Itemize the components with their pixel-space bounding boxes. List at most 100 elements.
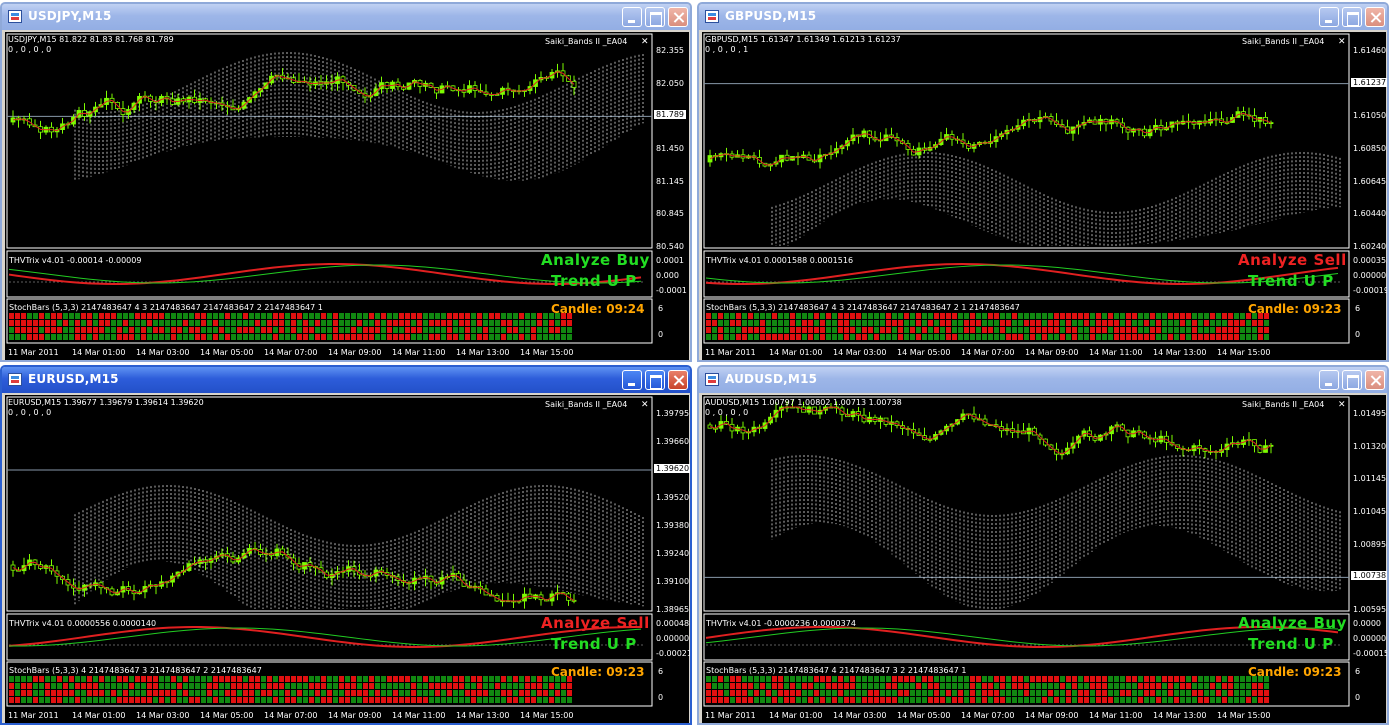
stoch-bar-cell — [784, 313, 789, 319]
stoch-bar-cell — [1138, 313, 1143, 319]
chart-area[interactable]: EURUSD,M15 1.39677 1.39679 1.39614 1.396… — [5, 395, 690, 723]
stoch-bar-cell — [1102, 697, 1107, 703]
stoch-bar-cell — [93, 690, 98, 696]
stoch-bar-cell — [1048, 320, 1053, 326]
minimize-button[interactable] — [622, 7, 642, 27]
stoch-bar-cell — [261, 327, 266, 333]
stoch-bar-cell — [453, 334, 458, 340]
symbol-info-values: 0 , 0 , 0 , 0 — [8, 45, 52, 54]
stoch-bar-cell — [75, 313, 80, 319]
stoch-bar-cell — [928, 320, 933, 326]
stoch-bar-cell — [934, 676, 939, 682]
stoch-bar-cell — [495, 313, 500, 319]
stoch-bar-cell — [267, 697, 272, 703]
stoch-bar-cell — [1054, 320, 1059, 326]
stoch-bar-cell — [165, 683, 170, 689]
maximize-button[interactable] — [645, 370, 665, 390]
stoch-bar-cell — [838, 320, 843, 326]
stoch-bar-cell — [441, 327, 446, 333]
chart-window-gbpusd[interactable]: GBPUSD,M15 GBPUSD,M15 1.61347 1.61349 1.… — [697, 2, 1389, 362]
stoch-bar-cell — [1042, 676, 1047, 682]
stoch-bar-cell — [297, 313, 302, 319]
stoch-bar-cell — [856, 690, 861, 696]
chart-window-audusd[interactable]: AUDUSD,M15 AUDUSD,M15 1.00797 1.00802 1.… — [697, 365, 1389, 725]
minimize-button[interactable] — [622, 370, 642, 390]
chart-window-usdjpy[interactable]: USDJPY,M15 USDJPY,M15 81.822 81.83 81.76… — [0, 2, 692, 362]
stoch-bar-cell — [525, 313, 530, 319]
candle-timer: Candle: 09:24 — [551, 302, 645, 316]
stoch-bar-cell — [501, 676, 506, 682]
stoch-bar-cell — [291, 320, 296, 326]
stoch-bar-cell — [69, 334, 74, 340]
stoch-bar-cell — [712, 697, 717, 703]
stoch-bar-cell — [886, 334, 891, 340]
ea-close-icon[interactable]: ✕ — [1338, 37, 1346, 47]
stoch-bar-cell — [952, 697, 957, 703]
stoch-bar-cell — [1192, 313, 1197, 319]
price-tick-label: 1.38965 — [656, 605, 690, 614]
stoch-bar-cell — [51, 683, 56, 689]
stoch-bar-cell — [1192, 690, 1197, 696]
minimize-button[interactable] — [1319, 370, 1339, 390]
stoch-bar-cell — [159, 334, 164, 340]
stoch-bar-cell — [243, 320, 248, 326]
close-button[interactable] — [668, 370, 688, 390]
minimize-button[interactable] — [1319, 7, 1339, 27]
stoch-bar-cell — [387, 313, 392, 319]
chart-area[interactable]: GBPUSD,M15 1.61347 1.61349 1.61213 1.612… — [702, 32, 1387, 360]
close-button[interactable] — [1365, 7, 1385, 27]
stoch-bar-cell — [814, 327, 819, 333]
price-tick-label: 80.540 — [656, 242, 684, 251]
stoch-bar-cell — [1120, 690, 1125, 696]
ea-close-icon[interactable]: ✕ — [641, 37, 649, 47]
chart-window-eurusd[interactable]: EURUSD,M15 EURUSD,M15 1.39677 1.39679 1.… — [0, 365, 692, 725]
stoch-bar-cell — [237, 313, 242, 319]
stoch-bar-cell — [513, 313, 518, 319]
maximize-button[interactable] — [1342, 7, 1362, 27]
stoch-bar-cell — [537, 313, 542, 319]
window-titlebar[interactable]: EURUSD,M15 — [2, 367, 690, 393]
time-tick-label: 14 Mar 03:00 — [136, 711, 190, 720]
window-titlebar[interactable]: USDJPY,M15 — [2, 4, 690, 30]
stoch-bar-cell — [147, 690, 152, 696]
stoch-bar-cell — [736, 313, 741, 319]
stoch-bar-cell — [267, 334, 272, 340]
close-button[interactable] — [668, 7, 688, 27]
stoch-bar-cell — [994, 313, 999, 319]
stoch-bar-cell — [519, 683, 524, 689]
stoch-bar-cell — [1228, 683, 1233, 689]
close-button[interactable] — [1365, 370, 1385, 390]
chart-area[interactable]: USDJPY,M15 81.822 81.83 81.768 81.789 0 … — [5, 32, 689, 360]
stoch-bar-cell — [543, 313, 548, 319]
stoch-bar-cell — [1228, 690, 1233, 696]
stoch-bar-cell — [1042, 327, 1047, 333]
maximize-button[interactable] — [645, 7, 665, 27]
stoch-bar-cell — [796, 327, 801, 333]
ea-close-icon[interactable]: ✕ — [641, 400, 649, 410]
stoch-bar-cell — [183, 676, 188, 682]
stoch-bar-cell — [1246, 334, 1251, 340]
window-titlebar[interactable]: GBPUSD,M15 — [699, 4, 1387, 30]
stoch-bar-cell — [15, 676, 20, 682]
stoch-bar-cell — [543, 334, 548, 340]
stoch-bar-cell — [802, 327, 807, 333]
stoch-bar-cell — [1102, 320, 1107, 326]
chart-area[interactable]: AUDUSD,M15 1.00797 1.00802 1.00713 1.007… — [702, 395, 1387, 723]
stoch-bar-cell — [898, 327, 903, 333]
stoch-bar-cell — [1096, 327, 1101, 333]
stoch-bar-cell — [243, 690, 248, 696]
ea-close-icon[interactable]: ✕ — [1338, 400, 1346, 410]
stoch-bar-cell — [387, 676, 392, 682]
window-titlebar[interactable]: AUDUSD,M15 — [699, 367, 1387, 393]
stoch-bar-cell — [339, 690, 344, 696]
stoch-bar-cell — [766, 334, 771, 340]
stoch-bar-cell — [1006, 690, 1011, 696]
stoch-bar-cell — [1084, 683, 1089, 689]
stoch-bar-cell — [886, 320, 891, 326]
maximize-button[interactable] — [1342, 370, 1362, 390]
stoch-bar-cell — [988, 697, 993, 703]
stoch-bar-cell — [249, 676, 254, 682]
stoch-bar-cell — [405, 313, 410, 319]
stoch-bar-cell — [207, 320, 212, 326]
stoch-bar-cell — [351, 320, 356, 326]
